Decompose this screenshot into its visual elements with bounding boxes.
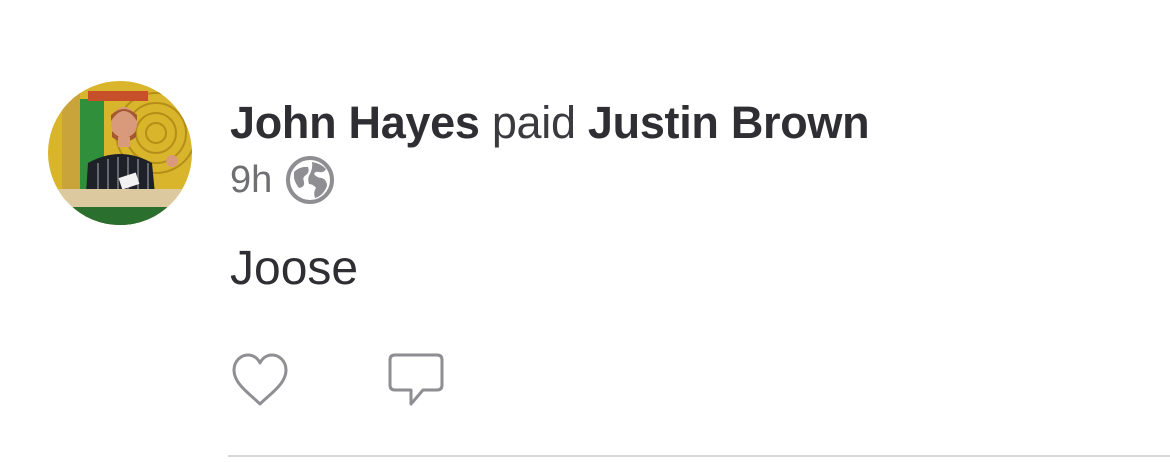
payment-verb: paid bbox=[491, 97, 576, 148]
comment-button[interactable] bbox=[384, 348, 448, 412]
avatar-photo bbox=[48, 81, 192, 225]
action-bar bbox=[228, 348, 448, 412]
avatar[interactable] bbox=[48, 81, 192, 225]
feed-divider bbox=[228, 455, 1170, 457]
timestamp: 9h bbox=[230, 159, 273, 201]
globe-icon bbox=[286, 156, 335, 204]
comment-icon bbox=[388, 353, 444, 406]
sender-name[interactable]: John Hayes bbox=[230, 97, 480, 148]
payment-note: Joose bbox=[230, 242, 359, 295]
heart-icon bbox=[232, 353, 288, 406]
recipient-name[interactable]: Justin Brown bbox=[588, 97, 870, 148]
payment-headline: John Hayes paid Justin Brown bbox=[230, 96, 870, 150]
like-button[interactable] bbox=[228, 348, 292, 412]
payment-feed-item[interactable]: John Hayes paid Justin Brown 9h Joose bbox=[0, 0, 1170, 462]
post-meta: 9h bbox=[230, 154, 335, 206]
